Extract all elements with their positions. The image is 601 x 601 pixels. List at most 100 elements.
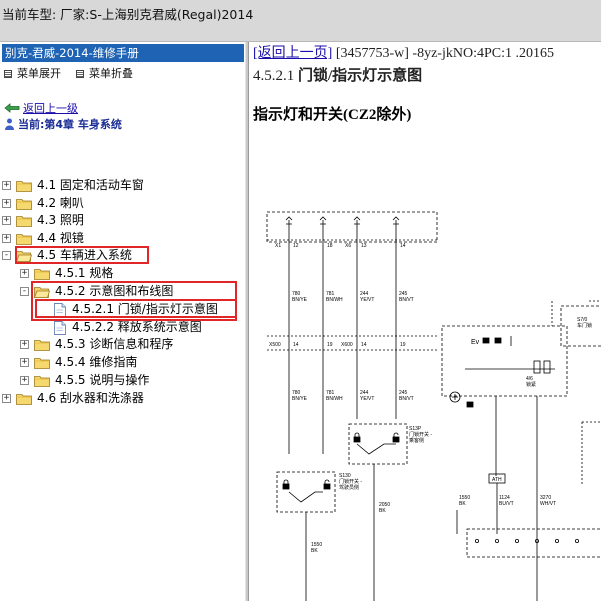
svg-text:BN/WH: BN/WH bbox=[326, 297, 343, 303]
section-number: 4.5.2.1 bbox=[253, 68, 295, 84]
person-icon bbox=[5, 118, 14, 130]
back-link[interactable]: 返回上一级 bbox=[4, 100, 78, 116]
folder-icon bbox=[34, 339, 50, 351]
svg-text:YE/VT: YE/VT bbox=[360, 297, 374, 303]
sidebar-header: 别克-君威-2014-维修手册 bbox=[2, 44, 244, 62]
expand-toggle-icon[interactable]: + bbox=[2, 181, 11, 190]
doc-header: [返回上一页] [3457753-w] -8yz-jkNO:4PC:1 .201… bbox=[253, 42, 554, 62]
svg-text:X600: X600 bbox=[341, 342, 353, 348]
section-title: 门锁/指示灯示意图 bbox=[298, 68, 423, 84]
svg-text:X1: X1 bbox=[275, 243, 281, 249]
s13p-switch-box bbox=[348, 423, 408, 465]
svg-text:车门锁: 车门锁 bbox=[577, 322, 592, 329]
svg-text:驾驶员侧: 驾驶员侧 bbox=[339, 484, 359, 491]
svg-text:BK: BK bbox=[311, 548, 318, 554]
svg-text:BU/VT: BU/VT bbox=[499, 501, 514, 507]
expand-toggle-icon[interactable]: + bbox=[20, 358, 29, 367]
menu-icon bbox=[4, 70, 12, 78]
svg-text:13: 13 bbox=[361, 243, 367, 249]
expand-toggle-icon[interactable]: + bbox=[2, 199, 11, 208]
svg-text:19: 19 bbox=[400, 342, 406, 348]
collapse-all-button[interactable]: 菜单折叠 bbox=[76, 67, 133, 81]
unlock-icon bbox=[323, 479, 331, 490]
fuse-symbols bbox=[285, 216, 400, 228]
folder-icon bbox=[16, 198, 32, 210]
back-page-link[interactable]: [返回上一页] bbox=[253, 46, 332, 61]
current-chapter: 当前:第4章 车身系统 bbox=[4, 116, 122, 132]
expand-toggle-icon[interactable]: + bbox=[2, 216, 11, 225]
wire-labels-mid: 780BN/YE 781BN/WH 244YE/VT 245BN/VT bbox=[292, 390, 414, 402]
svg-text:BN/YE: BN/YE bbox=[292, 297, 308, 303]
tree-item-label: 4.4 视镜 bbox=[37, 231, 84, 245]
menu-icon bbox=[76, 70, 84, 78]
title-bar: 当前车型: 厂家:S-上海别克君威(Regal)2014 bbox=[0, 0, 601, 42]
tree-item-label: 4.3 照明 bbox=[37, 213, 84, 227]
expand-toggle-icon[interactable]: + bbox=[20, 376, 29, 385]
folder-icon bbox=[34, 268, 50, 280]
expand-toggle-icon[interactable]: + bbox=[2, 394, 11, 403]
svg-text:19: 19 bbox=[327, 342, 333, 348]
svg-text:X6: X6 bbox=[345, 243, 351, 249]
svg-text:锁紧: 锁紧 bbox=[526, 381, 536, 388]
wiring-diagram: X1 12 18 X6 13 14 780BN/YE 781BN/WH 244YE/VT… bbox=[266, 211, 601, 601]
folder-icon bbox=[16, 180, 32, 192]
unlock-icon bbox=[392, 432, 400, 443]
svg-text:BN/VT: BN/VT bbox=[399, 297, 414, 303]
lock-icon bbox=[282, 479, 290, 490]
tree-item-label: 4.1 固定和活动车窗 bbox=[37, 178, 144, 192]
folder-icon bbox=[16, 393, 32, 405]
back-arrow-icon bbox=[4, 103, 20, 113]
svg-text:WH/VT: WH/VT bbox=[540, 501, 556, 507]
window-title: 当前车型: 厂家:S-上海别克君威(Regal)2014 bbox=[2, 7, 254, 22]
expand-toggle-icon[interactable]: + bbox=[2, 234, 11, 243]
svg-text:门锁开关 -: 门锁开关 - bbox=[409, 431, 432, 438]
svg-text:BN/YE: BN/YE bbox=[292, 396, 308, 402]
tree-item-label: 4.5.1 规格 bbox=[55, 266, 114, 280]
tree-item-label: 4.6 刮水器和洗涤器 bbox=[37, 391, 144, 405]
terminal-dots bbox=[474, 538, 579, 543]
svg-text:X500: X500 bbox=[269, 342, 281, 348]
connector-labels-top: X1 12 18 X6 13 14 bbox=[275, 243, 406, 249]
connector-labels-mid: X500 14 19 X600 14 19 bbox=[269, 342, 406, 348]
svg-text:乘客侧: 乘客侧 bbox=[409, 437, 424, 444]
expand-toggle-icon[interactable]: + bbox=[20, 340, 29, 349]
folder-icon bbox=[34, 375, 50, 387]
tree-item-label: 4.5.4 维修指南 bbox=[55, 355, 138, 369]
tree-item-label: 4.5.3 诊断信息和程序 bbox=[55, 337, 174, 351]
svg-text:14: 14 bbox=[293, 342, 299, 348]
tree-item-label: 4.5.2.2 释放系统示意图 bbox=[72, 320, 202, 334]
tree-item-label: 4.5.5 说明与操作 bbox=[55, 373, 150, 387]
svg-text:18: 18 bbox=[327, 243, 333, 249]
wire-labels-right: 1550BK 1124BU/VT 3270WH/VT bbox=[459, 495, 556, 507]
folder-icon bbox=[34, 357, 50, 369]
document-icon bbox=[54, 321, 66, 335]
lock-icon bbox=[353, 432, 361, 443]
content-pane: [返回上一页] [3457753-w] -8yz-jkNO:4PC:1 .201… bbox=[249, 42, 601, 601]
expand-toggle-icon[interactable]: + bbox=[20, 269, 29, 278]
svg-text:门锁开关 -: 门锁开关 - bbox=[339, 478, 362, 485]
figure-title: 指示灯和开关(CZ2除外) bbox=[253, 107, 412, 123]
expand-all-button[interactable]: 菜单展开 bbox=[4, 67, 61, 81]
sidebar: 别克-君威-2014-维修手册 菜单展开 菜单折叠 返回上一级 当前:第4章 车… bbox=[0, 42, 245, 601]
svg-text:BK: BK bbox=[379, 508, 386, 514]
svg-text:ATH: ATH bbox=[492, 477, 502, 483]
wires bbox=[288, 228, 397, 454]
svg-text:BN/VT: BN/VT bbox=[399, 396, 414, 402]
wire-labels-top: 780BN/YE 781BN/WH 244YE/VT 245BN/VT bbox=[292, 291, 414, 303]
bottom-module-box bbox=[466, 528, 601, 558]
folder-icon bbox=[16, 233, 32, 245]
collapse-toggle-icon[interactable]: - bbox=[20, 287, 29, 296]
svg-text:Ev: Ev bbox=[471, 339, 480, 346]
collapse-toggle-icon[interactable]: - bbox=[2, 251, 11, 260]
svg-text:BK: BK bbox=[459, 501, 466, 507]
highlight-4-5 bbox=[15, 246, 149, 264]
svg-text:12: 12 bbox=[293, 243, 299, 249]
tree-item-label: 4.2 喇叭 bbox=[37, 196, 84, 210]
switch-symbols: Ev bbox=[471, 336, 512, 346]
svg-text:BN/WH: BN/WH bbox=[326, 396, 343, 402]
doc-meta: [3457753-w] -8yz-jkNO:4PC:1 .20165 bbox=[332, 46, 554, 61]
top-module-box bbox=[266, 211, 438, 243]
svg-text:14: 14 bbox=[361, 342, 367, 348]
folder-icon bbox=[16, 215, 32, 227]
s130-switch-box bbox=[276, 471, 336, 513]
